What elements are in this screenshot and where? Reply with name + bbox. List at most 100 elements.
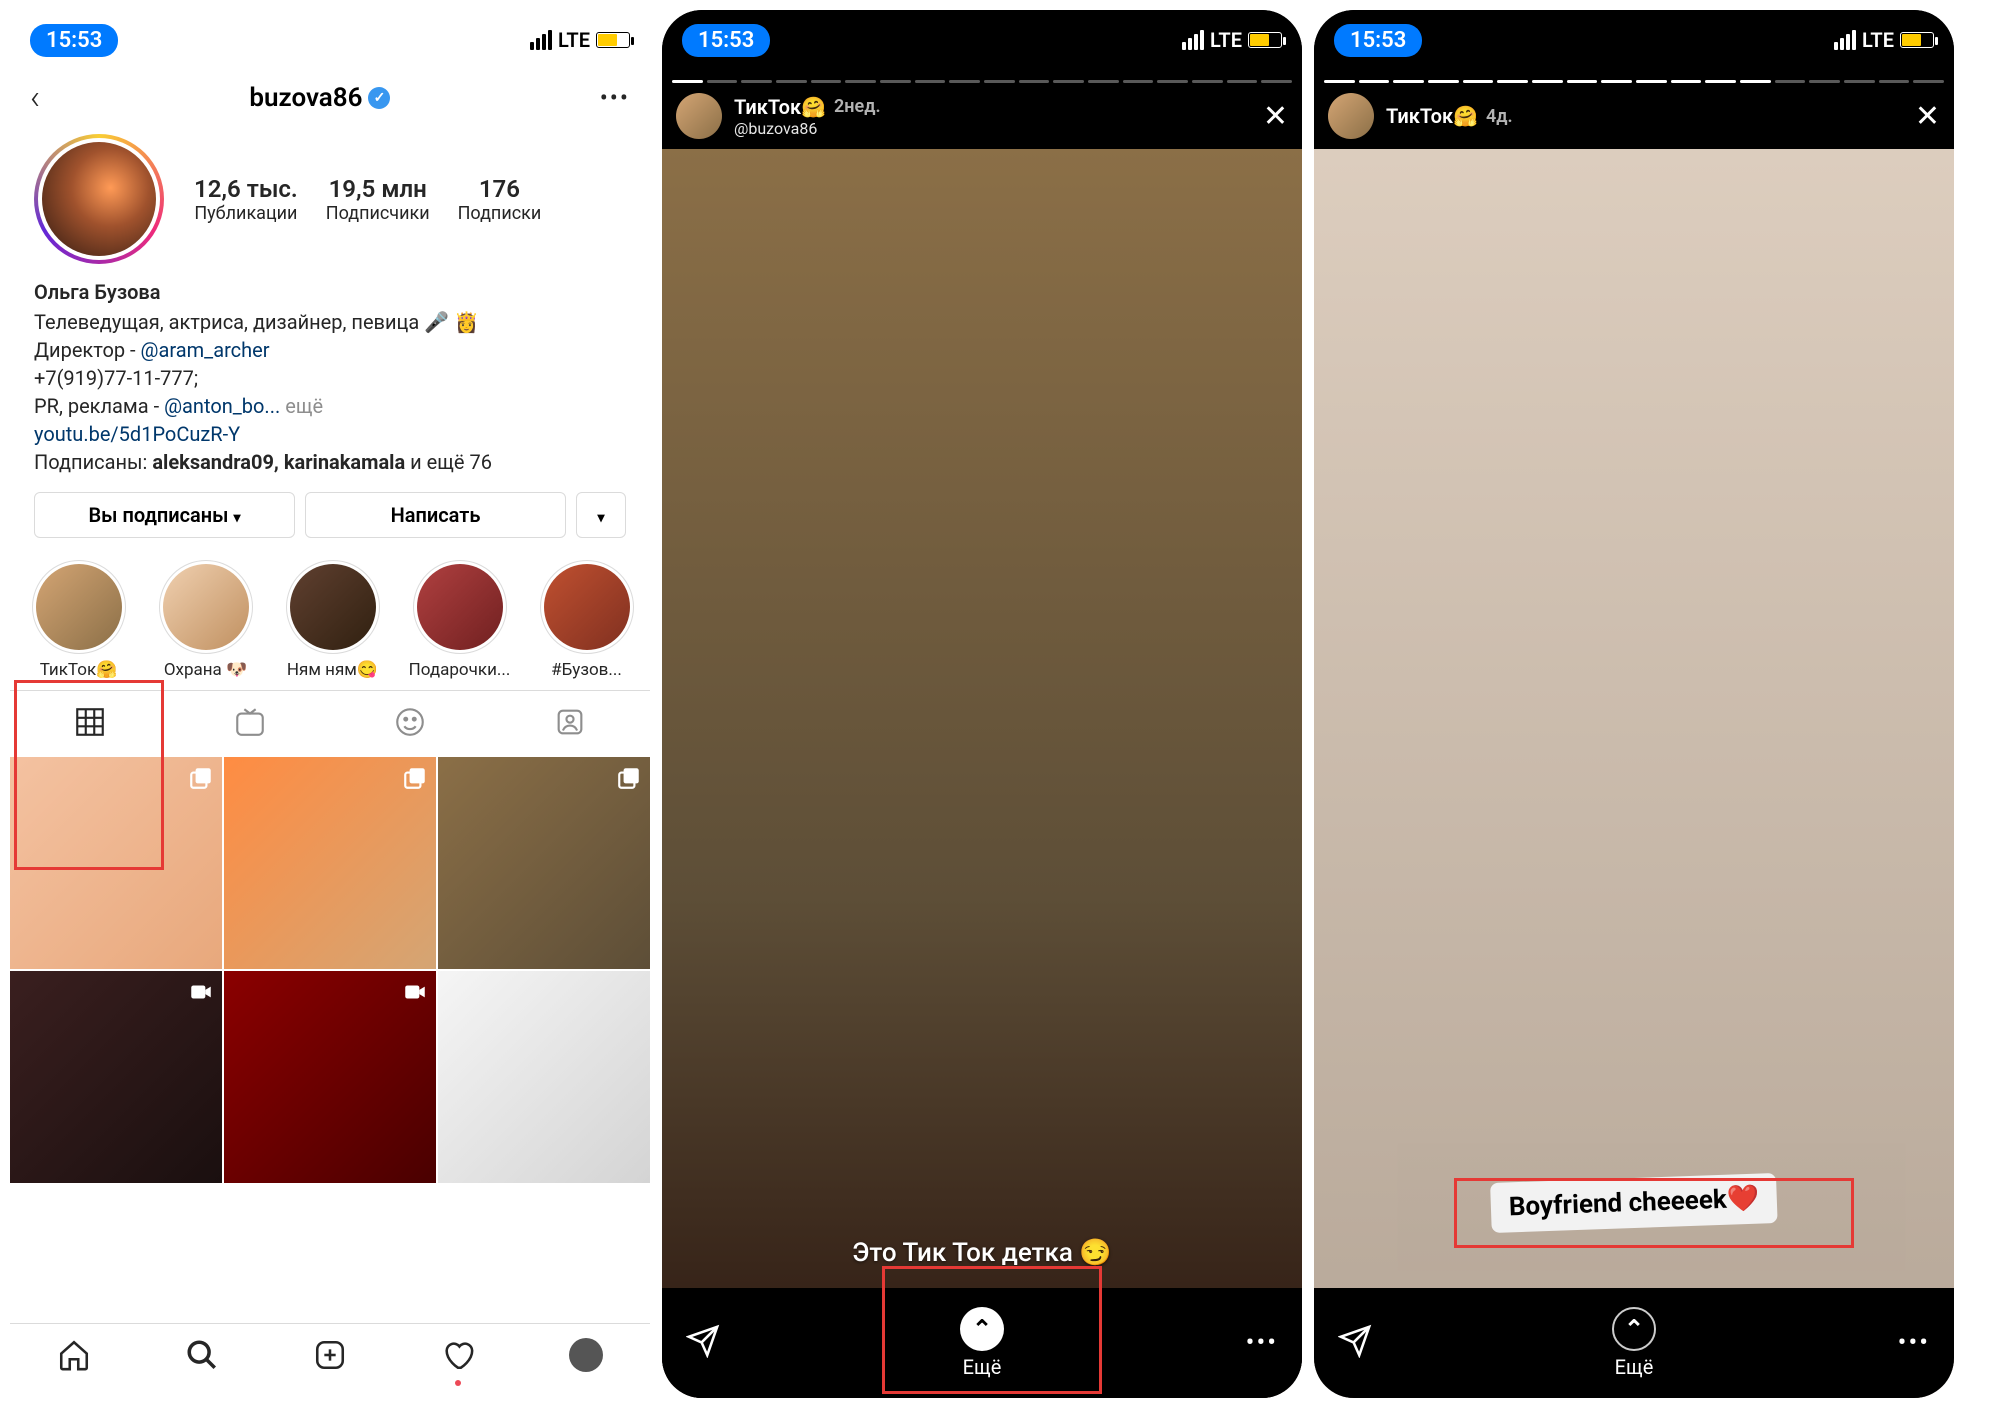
profile-username[interactable]: buzova86 ✓ xyxy=(249,83,390,113)
swipe-label: Ещё xyxy=(1615,1355,1654,1379)
bio-more[interactable]: ещё xyxy=(280,394,323,418)
bio-mention-pr[interactable]: @anton_bo... xyxy=(164,394,280,418)
status-bar: 15:53 LTE xyxy=(1314,10,1954,70)
story-image[interactable]: Это Тик Ток детка 😏 xyxy=(662,149,1302,1398)
bio-mention-director[interactable]: @aram_archer xyxy=(141,338,270,362)
story-age: 4д. xyxy=(1486,106,1513,127)
story-more-button[interactable]: ••• xyxy=(1246,1328,1278,1358)
story-progress xyxy=(662,70,1302,83)
battery-icon xyxy=(596,32,630,48)
nav-activity[interactable] xyxy=(441,1338,475,1376)
bio-name: Ольга Бузова xyxy=(34,278,626,306)
story-sticker[interactable]: Boyfriend cheeeek❤️ xyxy=(1490,1173,1778,1233)
igtv-icon xyxy=(233,705,267,739)
status-right: LTE xyxy=(1182,28,1282,52)
nav-search[interactable] xyxy=(185,1338,219,1376)
post-cell[interactable] xyxy=(224,971,436,1183)
post-cell[interactable] xyxy=(438,757,650,969)
content-tabs xyxy=(10,690,650,757)
status-time: 15:53 xyxy=(1334,24,1422,57)
profile-avatar[interactable] xyxy=(34,134,164,264)
share-button[interactable] xyxy=(1338,1324,1372,1362)
tab-tagged[interactable] xyxy=(490,691,650,757)
status-right: LTE xyxy=(1834,28,1934,52)
highlight-podarochki[interactable]: Подарочки... xyxy=(407,560,512,680)
story-body[interactable]: ТикТок🤗 4д. ✕ Boyfriend cheeeek❤️ ⌃ Ещё … xyxy=(1314,70,1954,1398)
highlights-row[interactable]: ТикТок🤗 Охрана 🐶 Ням ням😋 Подарочки... #… xyxy=(10,546,650,690)
highlight-tiktok[interactable]: ТикТок🤗 xyxy=(26,560,131,680)
story-title: ТикТок🤗 xyxy=(734,95,826,119)
username-text: buzova86 xyxy=(249,83,362,113)
close-button[interactable]: ✕ xyxy=(1915,99,1940,134)
tab-grid[interactable] xyxy=(10,691,170,757)
swipe-up-button[interactable]: ⌃ Ещё xyxy=(960,1307,1004,1379)
stat-posts-value: 12,6 тыс. xyxy=(194,175,298,203)
video-icon xyxy=(188,979,214,1009)
nav-add[interactable] xyxy=(313,1338,347,1376)
stat-following[interactable]: 176 Подписки xyxy=(458,175,542,224)
send-icon xyxy=(1338,1324,1372,1358)
suggested-button[interactable]: ▾ xyxy=(576,492,626,538)
carousel-icon xyxy=(402,765,428,795)
story-title: ТикТок🤗 xyxy=(1386,104,1478,128)
profile-top: 12,6 тыс. Публикации 19,5 млн Подписчики… xyxy=(10,134,650,278)
following-button[interactable]: Вы подписаны ▾ xyxy=(34,492,295,538)
highlight-label: #Бузов... xyxy=(534,660,639,680)
signal-icon xyxy=(1182,30,1204,50)
stat-followers[interactable]: 19,5 млн Подписчики xyxy=(326,175,430,224)
bio-followed-by[interactable]: Подписаны: aleksandra09, karinakamala и … xyxy=(34,448,626,476)
message-button[interactable]: Написать xyxy=(305,492,566,538)
post-cell[interactable] xyxy=(10,757,222,969)
story-image[interactable]: Boyfriend cheeeek❤️ xyxy=(1314,149,1954,1398)
phone-profile: 15:53 LTE ‹ buzova86 ✓ ••• 12,6 тыс. Пуб… xyxy=(10,10,650,1398)
swipe-up-button[interactable]: ⌃ Ещё xyxy=(1612,1307,1656,1379)
tab-igtv[interactable] xyxy=(170,691,330,757)
close-button[interactable]: ✕ xyxy=(1263,99,1288,134)
story-body[interactable]: ТикТок🤗 2нед. @buzova86 ✕ Это Тик Ток де… xyxy=(662,70,1302,1398)
status-right: LTE xyxy=(530,28,630,52)
highlight-okhrana[interactable]: Охрана 🐶 xyxy=(153,560,258,680)
grid-icon xyxy=(73,705,107,739)
profile-bio: Ольга Бузова Телеведущая, актриса, дизай… xyxy=(10,278,650,476)
bio-link[interactable]: youtu.be/5d1PoCuzR-Y xyxy=(34,420,626,448)
tab-effects[interactable] xyxy=(330,691,490,757)
video-icon xyxy=(402,979,428,1009)
battery-icon xyxy=(1900,32,1934,48)
story-avatar[interactable] xyxy=(1328,93,1374,139)
nav-home[interactable] xyxy=(57,1338,91,1376)
post-cell[interactable] xyxy=(438,971,650,1183)
bottom-nav xyxy=(10,1323,650,1398)
story-title-block[interactable]: ТикТок🤗 4д. xyxy=(1386,104,1513,128)
bio-line2: Директор - @aram_archer xyxy=(34,336,626,364)
stat-followers-label: Подписчики xyxy=(326,203,430,224)
status-bar: 15:53 LTE xyxy=(10,10,650,70)
chevron-down-icon: ▾ xyxy=(233,510,240,526)
highlight-buzov[interactable]: #Бузов... xyxy=(534,560,639,680)
followed-by-prefix: Подписаны: xyxy=(34,450,152,474)
posts-grid xyxy=(10,757,650,1183)
bio-line4: PR, реклама - @anton_bo... ещё xyxy=(34,392,626,420)
chevron-down-icon: ▾ xyxy=(597,510,604,526)
network-label: LTE xyxy=(1862,28,1894,52)
stat-posts[interactable]: 12,6 тыс. Публикации xyxy=(194,175,298,224)
post-cell[interactable] xyxy=(10,971,222,1183)
story-more-button[interactable]: ••• xyxy=(1898,1328,1930,1358)
share-button[interactable] xyxy=(686,1324,720,1362)
story-caption: Это Тик Ток детка 😏 xyxy=(662,1238,1302,1268)
story-avatar[interactable] xyxy=(676,93,722,139)
nav-profile[interactable] xyxy=(569,1338,603,1376)
home-icon xyxy=(57,1338,91,1372)
post-cell[interactable] xyxy=(224,757,436,969)
stat-posts-label: Публикации xyxy=(194,203,298,224)
signal-icon xyxy=(530,30,552,50)
story-title-block[interactable]: ТикТок🤗 2нед. @buzova86 xyxy=(734,95,881,138)
back-button[interactable]: ‹ xyxy=(30,78,40,118)
story-header: ТикТок🤗 4д. ✕ xyxy=(1314,83,1954,149)
highlight-nyam[interactable]: Ням ням😋 xyxy=(280,560,385,680)
more-options-button[interactable]: ••• xyxy=(600,84,630,112)
story-header: ТикТок🤗 2нед. @buzova86 ✕ xyxy=(662,83,1302,149)
highlight-label: Подарочки... xyxy=(407,660,512,680)
swipe-label: Ещё xyxy=(963,1355,1002,1379)
bio-line2-prefix: Директор - xyxy=(34,338,141,362)
followed-by-suffix: и ещё 76 xyxy=(405,450,492,474)
